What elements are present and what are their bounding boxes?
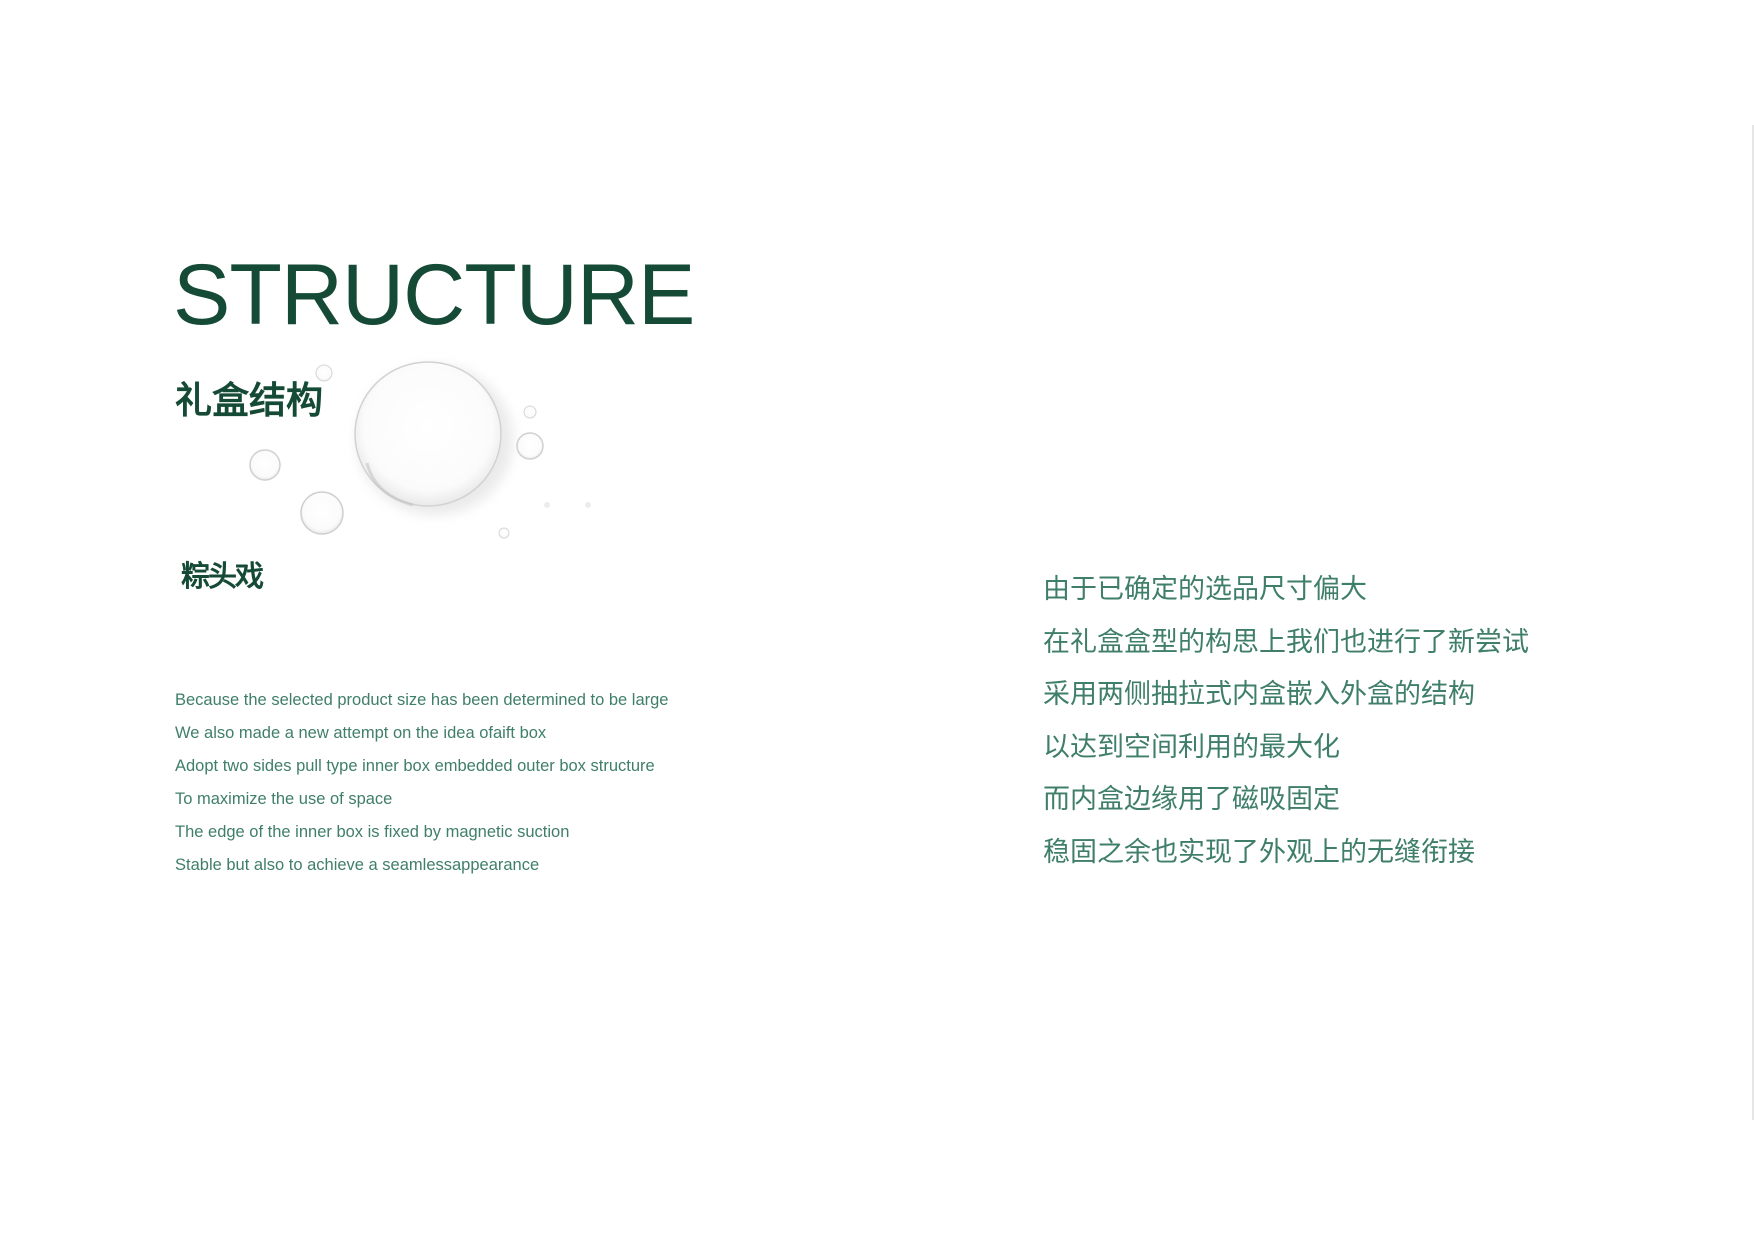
english-line: Stable but also to achieve a seamlessapp… [175,856,540,874]
chinese-line: 以达到空间利用的最大化 [1043,731,1340,763]
english-line: Adopt two sides pull type inner box embe… [175,757,655,775]
chinese-line: 由于已确定的选品尺寸偏大 [1043,574,1367,605]
brand-logo-text: 粽头戏 [181,559,264,593]
english-line: To maximize the use of space [175,790,393,808]
chinese-line: 稳固之余也实现了外观上的无缝衔接 [1043,836,1475,868]
english-line: We also made a new attempt on the idea o… [175,724,547,742]
page-title: STRUCTURE [173,247,695,343]
chinese-line: 而内盒边缘用了磁吸固定 [1043,784,1340,815]
page-subtitle: 礼盒结构 [175,379,323,422]
chinese-line: 采用两侧抽拉式内盒嵌入外盒的结构 [1043,679,1475,710]
english-line: Because the selected product size has be… [175,691,669,709]
english-line: The edge of the inner box is fixed by ma… [175,823,570,841]
chinese-description: 由于已确定的选品尺寸偏大 在礼盒盒型的构思上我们也进行了新尝试 采用两侧抽拉式内… [1043,564,1529,879]
chinese-line: 在礼盒盒型的构思上我们也进行了新尝试 [1043,626,1529,658]
english-description: Because the selected product size has be… [175,684,669,882]
water-droplets-decoration [249,361,591,539]
